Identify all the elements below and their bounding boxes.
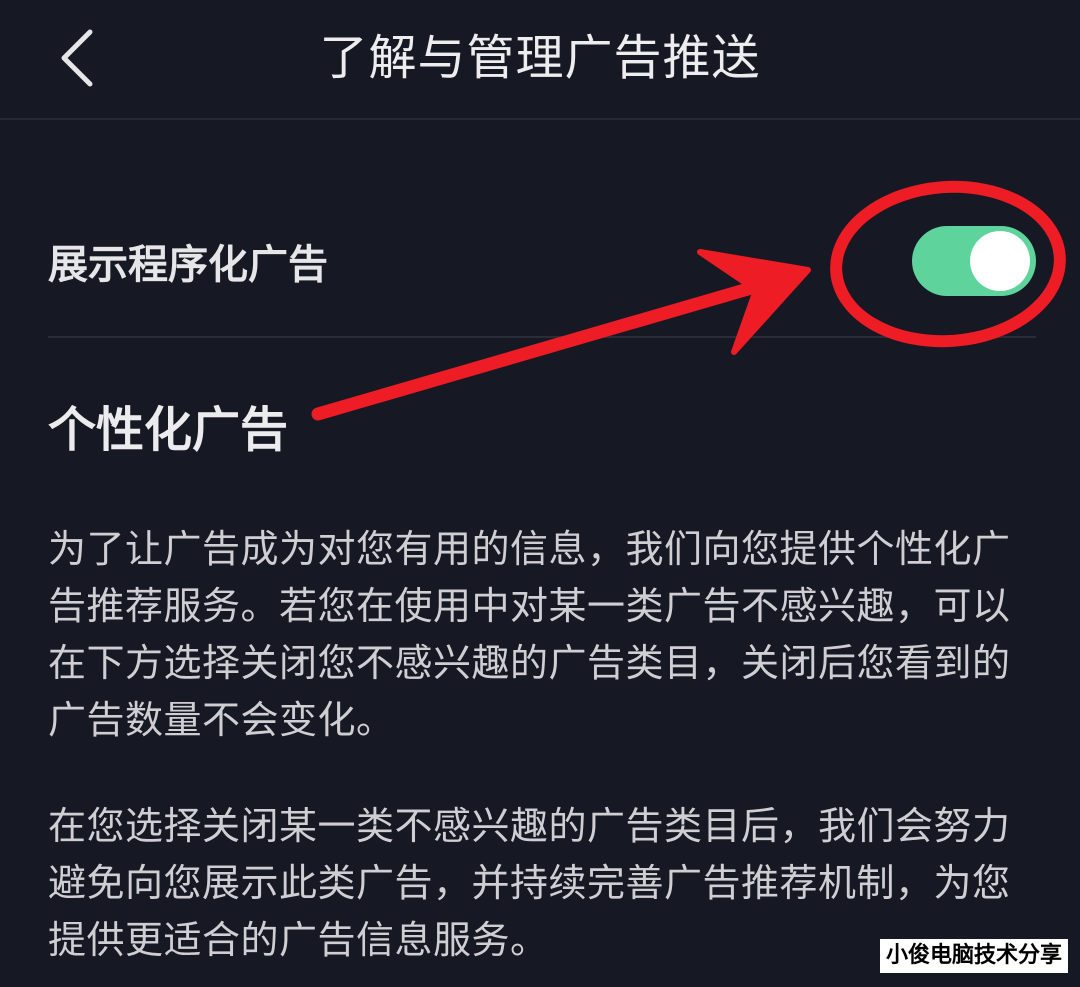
programmatic-ads-setting-row: 展示程序化广告 (48, 200, 1036, 338)
toggle-knob (970, 231, 1030, 291)
personalized-ads-heading: 个性化广告 (48, 402, 289, 458)
programmatic-ads-toggle[interactable] (912, 226, 1036, 296)
programmatic-ads-label: 展示程序化广告 (48, 242, 328, 288)
top-navigation-bar: 了解与管理广告推送 (0, 0, 1080, 120)
page-title: 了解与管理广告推送 (319, 30, 761, 86)
description-paragraph-1: 为了让广告成为对您有用的信息，我们向您提供个性化广告推荐服务。若您在使用中对某一… (48, 527, 1011, 742)
watermark: 小俊电脑技术分享 (879, 939, 1068, 973)
